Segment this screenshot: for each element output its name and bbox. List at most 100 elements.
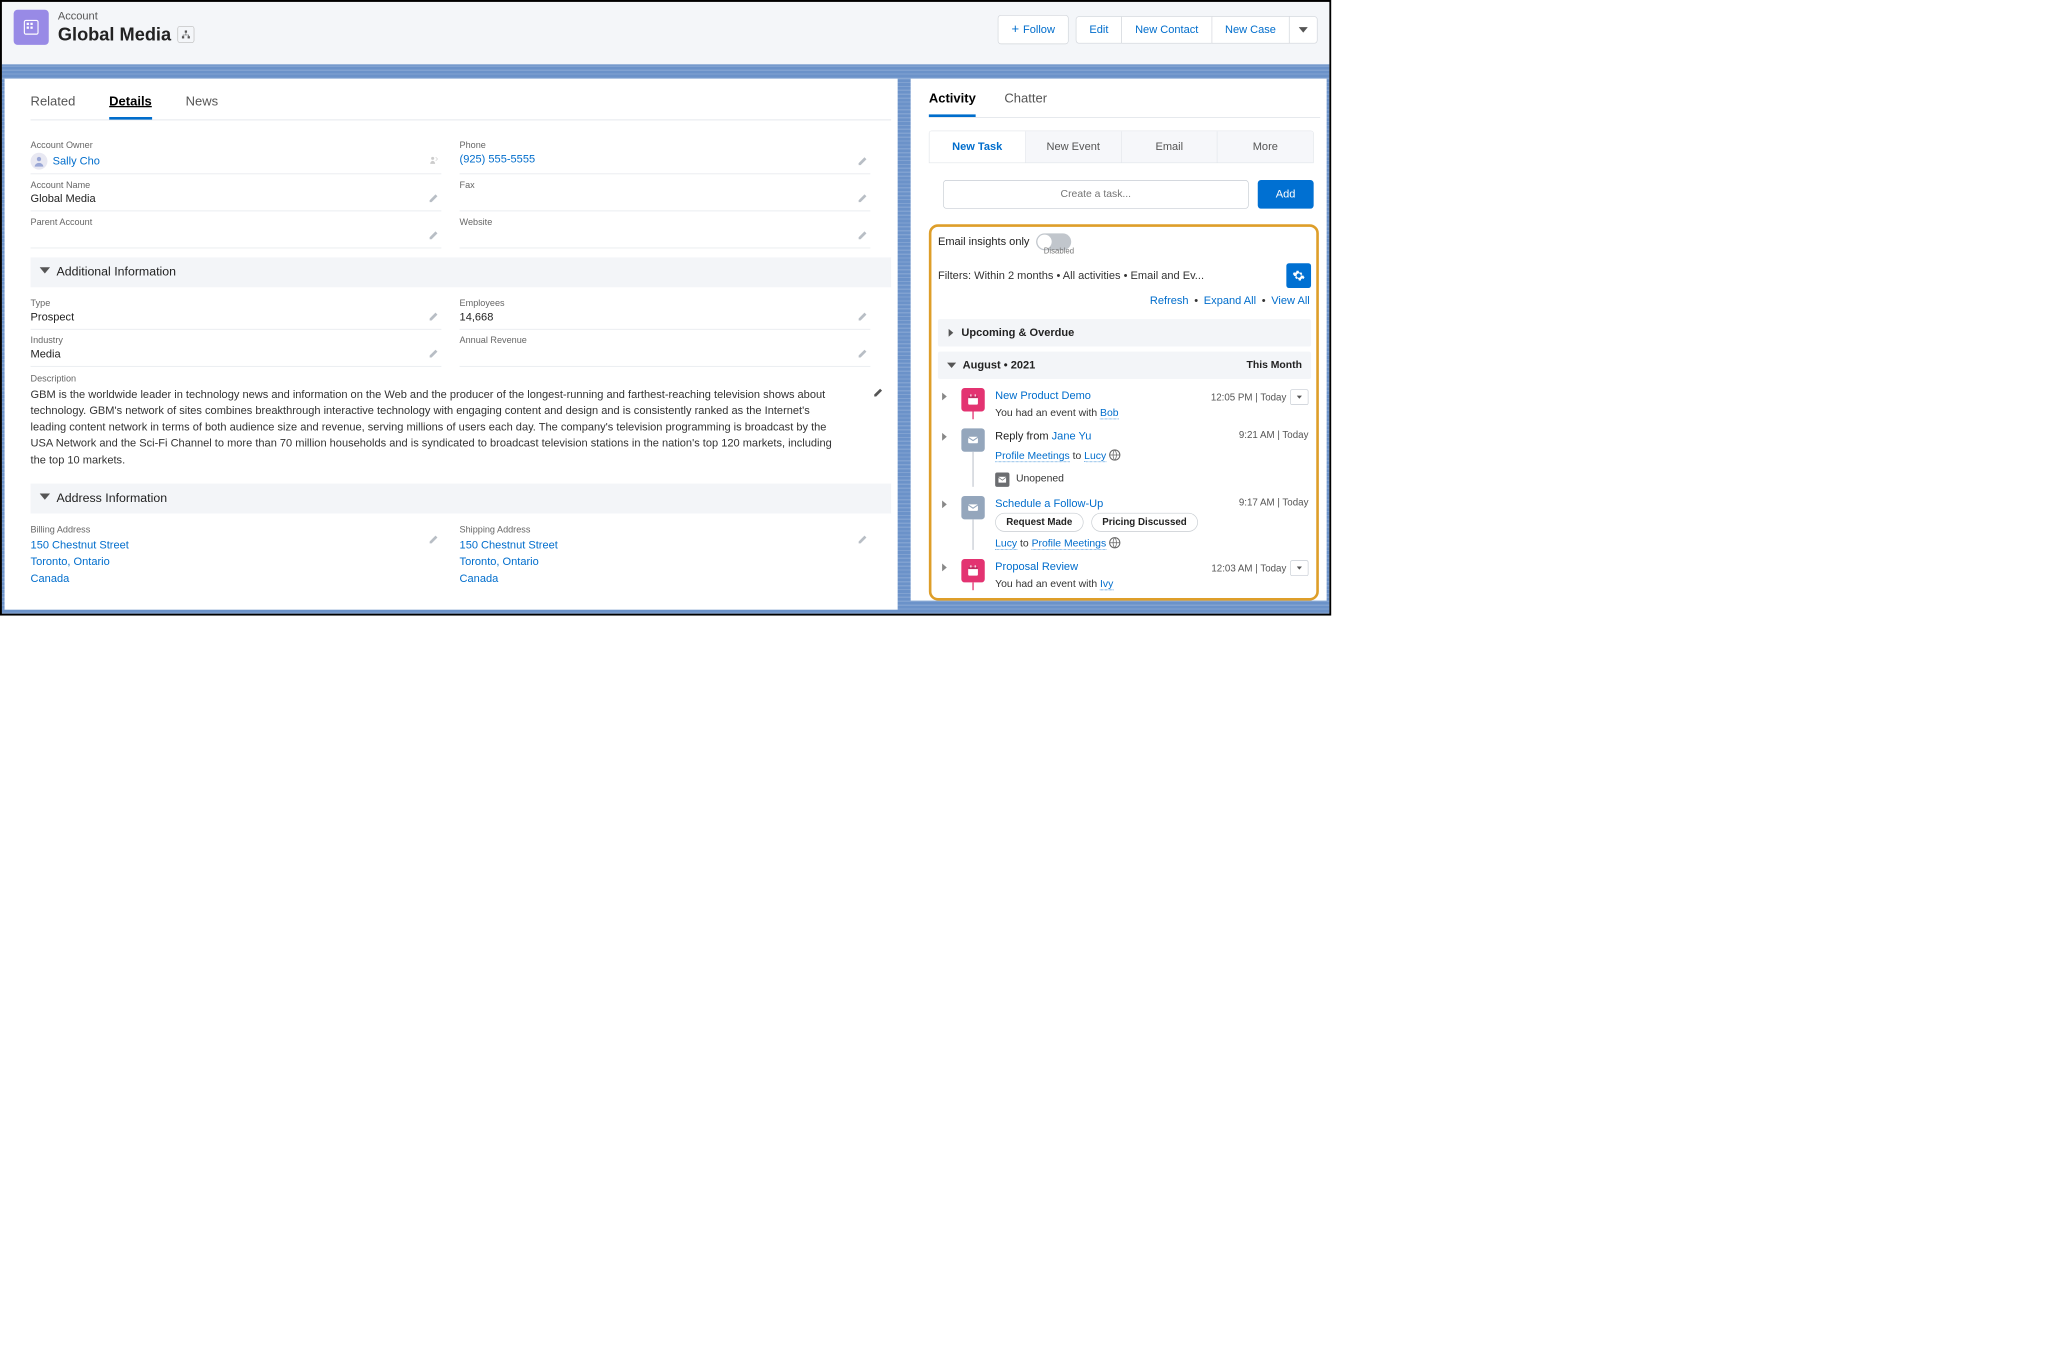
subtab-email[interactable]: Email [1122, 131, 1218, 162]
item-menu[interactable] [1290, 389, 1308, 405]
timeline-item: Reply from Jane Yu 9:21 AM | Today Profi… [938, 424, 1311, 492]
email-icon [961, 496, 984, 519]
change-owner-icon[interactable] [429, 155, 439, 167]
timeline-title[interactable]: Reply from Jane Yu [995, 430, 1091, 443]
to-link[interactable]: Profile Meetings [1032, 538, 1107, 550]
expand-item[interactable] [941, 560, 951, 590]
pencil-icon[interactable] [428, 193, 438, 205]
subtab-new-task[interactable]: New Task [929, 131, 1025, 162]
type-value: Prospect [31, 311, 442, 325]
chevron-down-icon [1299, 25, 1308, 34]
pencil-icon[interactable] [857, 193, 867, 205]
desc-text: GBM is the worldwide leader in technolog… [31, 388, 832, 466]
employees-value: 14,668 [460, 311, 871, 325]
parent-value [31, 229, 442, 243]
person-link[interactable]: Bob [1100, 408, 1119, 420]
from-link[interactable]: Lucy [995, 538, 1017, 550]
chevron-down-icon [947, 361, 956, 370]
view-all-link[interactable]: View All [1271, 294, 1309, 306]
fax-label: Fax [460, 179, 871, 189]
pencil-icon[interactable] [857, 311, 867, 323]
owner-avatar [31, 153, 48, 170]
filter-settings-button[interactable] [1286, 263, 1311, 288]
expand-item[interactable] [941, 389, 951, 419]
gear-icon [1292, 269, 1305, 282]
add-button[interactable]: Add [1258, 180, 1314, 209]
item-menu[interactable] [1290, 560, 1308, 576]
subtab-more[interactable]: More [1218, 131, 1313, 162]
to-link[interactable]: Lucy [1084, 450, 1106, 462]
section-address[interactable]: Address Information [31, 483, 892, 513]
person-link[interactable]: Ivy [1100, 579, 1113, 591]
shipping-address[interactable]: 150 Chestnut Street Toronto, Ontario Can… [460, 537, 871, 587]
owner-label: Account Owner [31, 140, 442, 150]
pencil-icon[interactable] [857, 534, 867, 546]
globe-icon [1109, 537, 1121, 549]
pencil-icon[interactable] [857, 230, 867, 242]
email-icon [961, 428, 984, 451]
timeline-title[interactable]: Schedule a Follow-Up [995, 497, 1103, 510]
tab-chatter[interactable]: Chatter [1004, 92, 1047, 117]
timeline-title[interactable]: Proposal Review [995, 560, 1078, 573]
tab-activity[interactable]: Activity [929, 92, 976, 117]
revenue-value [460, 348, 871, 362]
follow-label: Follow [1023, 23, 1055, 36]
timeline-desc: You had an event with Bob [995, 408, 1308, 420]
account-icon [14, 10, 49, 45]
new-case-button[interactable]: New Case [1211, 16, 1289, 43]
timeline-desc: You had an event with Ivy [995, 579, 1308, 591]
activity-subtabs: New Task New Event Email More [929, 131, 1314, 164]
timeline-time: 9:17 AM | Today [1239, 497, 1309, 508]
tab-related[interactable]: Related [31, 94, 76, 119]
website-value [460, 229, 871, 243]
desc-label: Description [31, 373, 871, 383]
shipping-label: Shipping Address [460, 524, 871, 534]
page-header: Account Global Media +Follow Edit New Co… [2, 2, 1329, 64]
upcoming-section[interactable]: Upcoming & Overdue [938, 319, 1311, 346]
timeline-time: 9:21 AM | Today [1239, 430, 1309, 441]
phone-label: Phone [460, 140, 871, 150]
billing-label: Billing Address [31, 524, 442, 534]
pencil-icon[interactable] [428, 311, 438, 323]
pencil-icon[interactable] [428, 230, 438, 242]
billing-address[interactable]: 150 Chestnut Street Toronto, Ontario Can… [31, 537, 442, 587]
timeline-item: Proposal Review 12:03 AM | Today You had… [938, 555, 1311, 595]
more-actions-button[interactable] [1289, 16, 1318, 43]
tab-news[interactable]: News [186, 94, 219, 119]
hierarchy-icon[interactable] [178, 26, 195, 43]
pencil-icon[interactable] [428, 348, 438, 360]
from-link[interactable]: Profile Meetings [995, 450, 1070, 462]
timeline-quick-links: Refresh • Expand All • View All [939, 294, 1310, 307]
expand-all-link[interactable]: Expand All [1204, 294, 1256, 306]
edit-button[interactable]: Edit [1076, 16, 1122, 43]
section-address-label: Address Information [57, 491, 168, 505]
type-label: Type [31, 298, 442, 308]
phone-value[interactable]: (925) 555-5555 [460, 153, 871, 167]
header-divider [2, 64, 1329, 78]
name-value: Global Media [31, 192, 442, 206]
section-additional[interactable]: Additional Information [31, 257, 892, 287]
pencil-icon[interactable] [428, 534, 438, 546]
month-section[interactable]: August • 2021 This Month [938, 352, 1311, 379]
create-task-input[interactable] [943, 180, 1248, 209]
website-label: Website [460, 216, 871, 226]
pencil-icon[interactable] [873, 386, 883, 463]
subtab-new-event[interactable]: New Event [1026, 131, 1122, 162]
tab-details[interactable]: Details [109, 94, 152, 119]
expand-item[interactable] [941, 497, 951, 550]
unopened-icon [995, 473, 1009, 487]
refresh-link[interactable]: Refresh [1150, 294, 1189, 306]
timeline-time: 12:03 AM | Today [1211, 563, 1286, 574]
pencil-icon[interactable] [857, 156, 867, 168]
new-contact-button[interactable]: New Contact [1121, 16, 1212, 43]
entity-type-label: Account [58, 10, 195, 23]
revenue-label: Annual Revenue [460, 335, 871, 345]
follow-button[interactable]: +Follow [998, 15, 1069, 44]
timeline-title[interactable]: New Product Demo [995, 389, 1091, 402]
chevron-down-icon [40, 491, 50, 505]
expand-item[interactable] [941, 430, 951, 487]
tag-pill: Request Made [995, 513, 1083, 532]
side-tabs: Activity Chatter [929, 92, 1320, 118]
owner-value[interactable]: Sally Cho [53, 155, 100, 168]
pencil-icon[interactable] [857, 348, 867, 360]
